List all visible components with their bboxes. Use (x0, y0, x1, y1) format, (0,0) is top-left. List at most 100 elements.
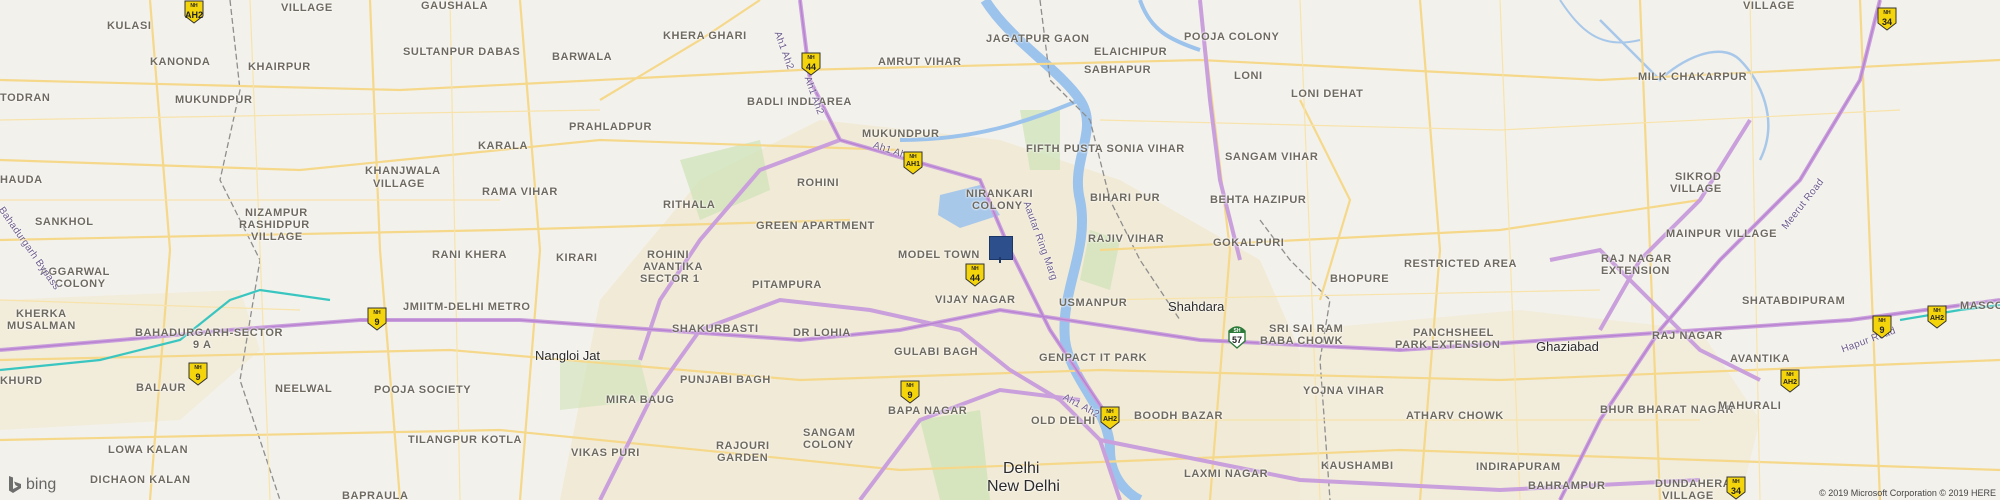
place-label-neelwal: NEELWAL (275, 383, 333, 395)
place-label-rohini-avantika: ROHINI (647, 249, 690, 261)
city-label-ghaziabad: Ghaziabad (1536, 339, 1599, 354)
place-label-bihari-pur: BIHARI PUR (1090, 192, 1161, 204)
place-label-karala: KARALA (478, 140, 529, 152)
place-label-barwala: BARWALA (552, 51, 613, 63)
place-label-milk-chakarpur: MILK CHAKARPUR (1638, 71, 1748, 83)
place-label-mainpur-village: MAINPUR VILLAGE (1666, 228, 1778, 240)
place-label-amrut-vihar: AMRUT VIHAR (878, 56, 962, 68)
place-label-bhopure: BHOPURE (1330, 273, 1390, 285)
place-label-panchsheel: PANCHSHEEL (1413, 327, 1494, 339)
place-label-nirankari: NIRANKARI (966, 188, 1034, 200)
place-label-pitampura: PITAMPURA (752, 279, 822, 291)
shield-ah2-old-delhi: NH AH2 (1100, 406, 1120, 430)
place-label-rajouri-garden: GARDEN (717, 452, 769, 464)
shield-sh57: SH 57 (1227, 325, 1247, 349)
place-label-sikrod: SIKROD (1675, 171, 1722, 183)
place-label-shakurbasti: SHAKURBASTI (672, 323, 759, 335)
place-label-village-top-right: VILLAGE (1743, 0, 1795, 12)
place-label-sabhapur: SABHAPUR (1084, 64, 1152, 76)
place-label-bapa-nagar: BAPA NAGAR (888, 405, 968, 417)
place-label-bahadurgarh-sector: BAHADURGARH-SECTOR (135, 327, 284, 339)
place-label-punjabi-bagh: PUNJABI BAGH (680, 374, 771, 386)
place-label-dr-lohia: DR LOHIA (793, 327, 851, 339)
place-label-kirari: KIRARI (556, 252, 598, 264)
place-label-masco: MASCO (1960, 300, 2000, 312)
place-label-raj-nagar: RAJ NAGAR (1652, 330, 1723, 342)
place-label-kherka-musalman: MUSALMAN (7, 320, 76, 332)
shield-nh44-south: NH 44 (965, 263, 985, 287)
place-label-hauda: HAUDA (0, 174, 43, 186)
place-label-yojna-vihar: YOJNA VIHAR (1303, 385, 1385, 397)
city-label-nangloi-jat: Nangloi Jat (535, 348, 601, 363)
shield-ah2-ghaziabad: NH AH2 (1780, 369, 1800, 393)
place-label-village-top: VILLAGE (281, 2, 333, 14)
shield-nh34-south: NH 34 (1726, 476, 1746, 500)
place-label-lowa-kalan: LOWA KALAN (108, 444, 189, 456)
place-label-vikas-puri: VIKAS PURI (571, 447, 640, 459)
shield-nh9-northwest: NH AH2 (184, 0, 204, 24)
place-label-green-apartment: GREEN APARTMENT (756, 220, 875, 232)
place-label-nizampur-village: VILLAGE (251, 231, 303, 243)
place-label-kanonda: KANONDA (150, 56, 211, 68)
place-label-mahurali: MAHURALI (1718, 400, 1782, 412)
place-label-raj-nagar-extension-2: EXTENSION (1601, 265, 1670, 277)
bing-wordmark: bing (26, 476, 57, 493)
place-label-sikrod-village: VILLAGE (1670, 183, 1722, 195)
bing-icon (9, 476, 21, 493)
place-label-kulasi: KULASI (107, 20, 152, 32)
place-label-badli-indl-area: BADLI INDL AREA (747, 96, 852, 108)
location-marker[interactable] (989, 236, 1013, 263)
place-label-aggarwal-colony: COLONY (55, 278, 106, 290)
place-label-panchsheel-park-extension: PARK EXTENSION (1395, 339, 1501, 351)
place-label-todran: TODRAN (0, 92, 51, 104)
place-label-bahadurgarh-sector-9a: 9 A (193, 339, 212, 351)
place-label-loni-dehat: LONI DEHAT (1291, 88, 1364, 100)
place-label-pooja-society: POOJA SOCIETY (374, 384, 472, 396)
place-label-mukundpur: MUKUNDPUR (862, 128, 940, 140)
place-label-sangam-colony: COLONY (803, 439, 854, 451)
place-label-rajiv-vihar: RAJIV VIHAR (1088, 233, 1165, 245)
place-label-prahladpur: PRAHLADPUR (569, 121, 652, 133)
shield-nh9-east: NH 9 (1872, 315, 1892, 339)
place-label-shatabdipuram: SHATABDIPURAM (1742, 295, 1846, 307)
place-label-sankhol: SANKHOL (35, 216, 94, 228)
bing-logo[interactable]: bing (8, 476, 56, 494)
place-label-dichaon-kalan: DICHAON KALAN (90, 474, 191, 486)
place-label-rohini-avantika-3: SECTOR 1 (640, 273, 700, 285)
place-label-raj-nagar-extension: RAJ NAGAR (1601, 253, 1672, 265)
place-label-sangam-vihar: SANGAM VIHAR (1225, 151, 1319, 163)
shield-nh9-west: NH 9 (367, 307, 387, 331)
place-label-dundahera: DUNDAHERA (1655, 478, 1732, 490)
place-label-gokalpuri: GOKALPURI (1213, 237, 1285, 249)
place-label-genpact-it-park: GENPACT IT PARK (1039, 352, 1148, 364)
shield-nh9-bahadurgarh: NH 9 (188, 362, 208, 386)
shield-nh44-north: NH 44 (801, 52, 821, 76)
place-label-restricted-area: RESTRICTED AREA (1404, 258, 1518, 270)
place-label-rani-khera: RANI KHERA (432, 249, 508, 261)
place-label-sri-sai-ram-baba-chowk: BABA CHOWK (1260, 335, 1344, 347)
place-label-bapraula: BAPRAULA (342, 490, 409, 500)
place-label-model-town: MODEL TOWN (898, 249, 980, 261)
place-label-loni: LONI (1234, 70, 1263, 82)
place-label-tilangpur-kotla: TILANGPUR KOTLA (408, 434, 523, 446)
place-label-boodh-bazar: BOODH BAZAR (1134, 410, 1224, 422)
shield-nh9-central: NH 9 (900, 380, 920, 404)
city-label-new-delhi: New Delhi (987, 478, 1060, 495)
city-label-shahdara: Shahdara (1168, 299, 1225, 314)
place-label-indirapuram: INDIRAPURAM (1476, 461, 1561, 473)
place-label-rama-vihar: RAMA VIHAR (482, 186, 558, 198)
place-label-pooja-colony: POOJA COLONY (1184, 31, 1280, 43)
city-label-delhi: Delhi (1003, 460, 1040, 477)
place-label-dundahera-village: VILLAGE (1662, 490, 1714, 500)
place-label-khera-ghari: KHERA GHARI (663, 30, 747, 42)
place-label-old-delhi: OLD DELHI (1031, 415, 1096, 427)
place-label-mukundpur-west: MUKUNDPUR (175, 94, 253, 106)
map-canvas[interactable]: KULASI GAUSHALA KHERA GHARI JAGATPUR GAO… (0, 0, 2000, 500)
place-label-rohini: ROHINI (797, 177, 840, 189)
place-label-bhur-bharat-nagar: BHUR BHARAT NAGAR (1600, 404, 1735, 416)
place-label-rohini-avantika-2: AVANTIKA (643, 261, 703, 273)
place-label-khurd: KHURD (0, 375, 43, 387)
place-label-sangam: SANGAM (803, 427, 856, 439)
place-label-rithala: RITHALA (663, 199, 716, 211)
place-label-mira-baug: MIRA BAUG (606, 394, 675, 406)
